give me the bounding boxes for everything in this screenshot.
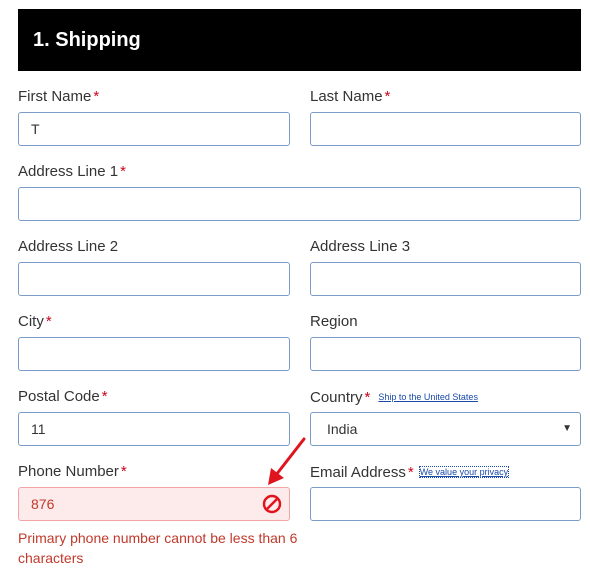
section-title: 1. Shipping xyxy=(33,29,141,51)
ship-to-us-link[interactable]: Ship to the United States xyxy=(378,392,478,402)
required-asterisk: * xyxy=(93,88,100,105)
required-asterisk: * xyxy=(45,313,52,330)
address-line-2-input[interactable] xyxy=(18,262,290,296)
phone-number-label: Phone Number * xyxy=(18,463,127,480)
address-line-2-label: Address Line 2 xyxy=(18,238,119,255)
region-input[interactable] xyxy=(310,337,581,371)
address-line-3-input[interactable] xyxy=(310,262,581,296)
postal-code-label: Postal Code * xyxy=(18,388,108,405)
first-name-input[interactable]: T xyxy=(18,112,290,146)
prohibited-icon xyxy=(262,494,282,514)
required-asterisk: * xyxy=(364,389,371,406)
postal-code-input[interactable]: 11 xyxy=(18,412,290,446)
country-label: Country * Ship to the United States xyxy=(310,389,478,406)
shipping-header: 1. Shipping xyxy=(18,9,581,71)
phone-number-input[interactable]: 876 xyxy=(18,487,290,521)
phone-error-message: Primary phone number cannot be less than… xyxy=(18,530,298,566)
caret-down-icon: ▼ xyxy=(562,423,572,434)
address-line-1-input[interactable] xyxy=(18,187,581,221)
last-name-label: Last Name * xyxy=(310,88,391,105)
required-asterisk: * xyxy=(384,88,391,105)
address-line-3-label: Address Line 3 xyxy=(310,238,411,255)
country-selected-value: India xyxy=(327,421,358,437)
email-address-label: Email Address * We value your privacy xyxy=(310,464,510,481)
privacy-link[interactable]: We value your privacy xyxy=(418,466,510,478)
address-line-1-label: Address Line 1 * xyxy=(18,163,126,180)
email-address-input[interactable] xyxy=(310,487,581,521)
city-label: City * xyxy=(18,313,52,330)
required-asterisk: * xyxy=(101,388,108,405)
required-asterisk: * xyxy=(120,163,126,180)
first-name-label: First Name * xyxy=(18,88,100,105)
required-asterisk: * xyxy=(407,464,414,481)
country-select[interactable]: India ▼ xyxy=(310,412,581,446)
red-arrow-icon xyxy=(268,437,306,485)
required-asterisk: * xyxy=(120,463,127,480)
last-name-input[interactable] xyxy=(310,112,581,146)
city-input[interactable] xyxy=(18,337,290,371)
region-label: Region xyxy=(310,313,358,330)
